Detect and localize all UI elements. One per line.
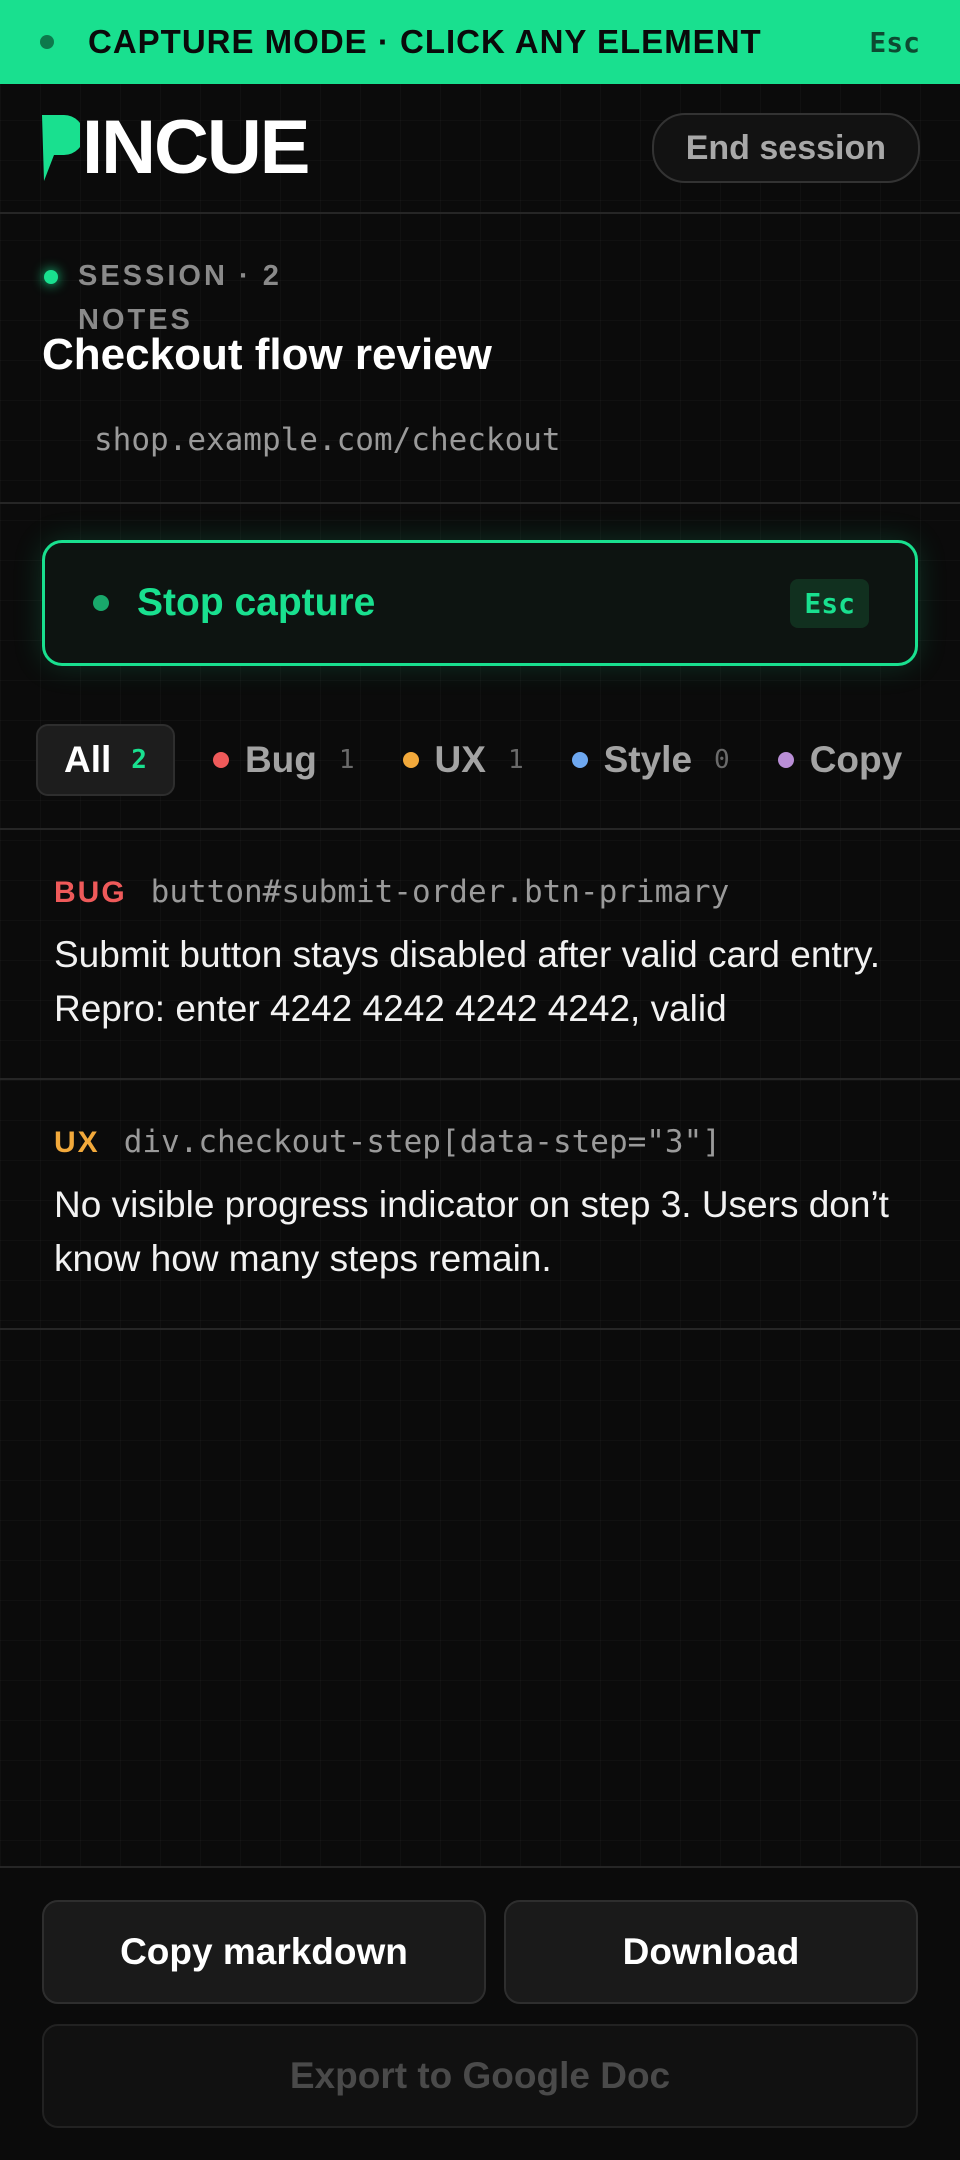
tab-count: 1 [507, 745, 524, 775]
export-google-doc-label: Export to Google Doc [289, 2055, 671, 2096]
banner-text: CAPTURE MODE · CLICK ANY ELEMENT [88, 23, 762, 60]
note-header: UX div.checkout-step[data-step="3"] [54, 1124, 721, 1160]
tab-style[interactable]: Style 0 [548, 724, 754, 796]
download-button[interactable]: Download [504, 1900, 918, 2004]
tab-ux[interactable]: UX 1 [379, 724, 548, 796]
note-item[interactable]: BUG button#submit-order.btn-primary Subm… [0, 830, 960, 1080]
logo: INCUE [40, 105, 310, 190]
note-body: Submit button stays disabled after valid… [54, 934, 881, 1029]
note-selector: div.checkout-step[data-step="3"] [123, 1124, 721, 1160]
status-dot-icon [40, 35, 54, 49]
stop-capture-label: Stop capture [137, 581, 376, 624]
tab-all[interactable]: All 2 [36, 724, 175, 796]
end-session-button[interactable]: End session [651, 113, 920, 183]
note-selector: button#submit-order.btn-primary [150, 874, 730, 910]
note-tag: BUG [54, 876, 127, 909]
session-info: SESSION · 2 NOTES Checkout flow review s… [0, 214, 960, 504]
banner-esc-key: Esc [869, 25, 920, 59]
export-google-doc-button[interactable]: Export to Google Doc [42, 2024, 918, 2128]
tab-count: 2 [131, 745, 147, 775]
stop-capture-button[interactable]: Stop capture Esc [42, 540, 918, 666]
tab-copy[interactable]: Copy [754, 724, 927, 796]
tab-count: 1 [338, 745, 355, 775]
filter-tabs: All 2 Bug 1 UX 1 Style 0 Copy [0, 724, 960, 830]
tab-label: All [64, 739, 112, 780]
session-url: shop.example.com/checkout [94, 422, 561, 458]
tab-label: Bug [244, 739, 317, 780]
bug-dot-icon [212, 752, 229, 768]
copy-dot-icon [777, 752, 794, 768]
tab-count: 0 [714, 745, 730, 775]
tab-label: UX [434, 739, 486, 780]
capture-mode-banner: CAPTURE MODE · CLICK ANY ELEMENT Esc [0, 0, 960, 84]
live-dot-icon [44, 270, 58, 284]
style-dot-icon [571, 752, 588, 768]
ux-dot-icon [402, 752, 419, 768]
copy-markdown-label: Copy markdown [120, 1931, 408, 1972]
session-title: Checkout flow review [42, 330, 492, 379]
note-header: BUG button#submit-order.btn-primary [54, 874, 729, 910]
tab-label: Copy [809, 739, 903, 780]
download-label: Download [622, 1931, 800, 1972]
pin-logo-icon [42, 115, 80, 181]
stop-capture-esc-key: Esc [790, 578, 869, 628]
note-tag: UX [54, 1126, 100, 1159]
tab-bug[interactable]: Bug 1 [189, 724, 379, 796]
copy-markdown-button[interactable]: Copy markdown [42, 1900, 486, 2004]
footer-actions: Copy markdown Download Export to Google … [0, 1866, 960, 2160]
note-body: No visible progress indicator on step 3.… [54, 1184, 889, 1279]
recording-dot-icon [93, 595, 109, 611]
tab-label: Style [603, 739, 693, 780]
session-meta: SESSION · 2 NOTES [78, 260, 282, 336]
logo-text: INCUE [82, 105, 310, 190]
note-item[interactable]: UX div.checkout-step[data-step="3"] No v… [0, 1080, 960, 1330]
app-header: INCUE End session [0, 84, 960, 214]
